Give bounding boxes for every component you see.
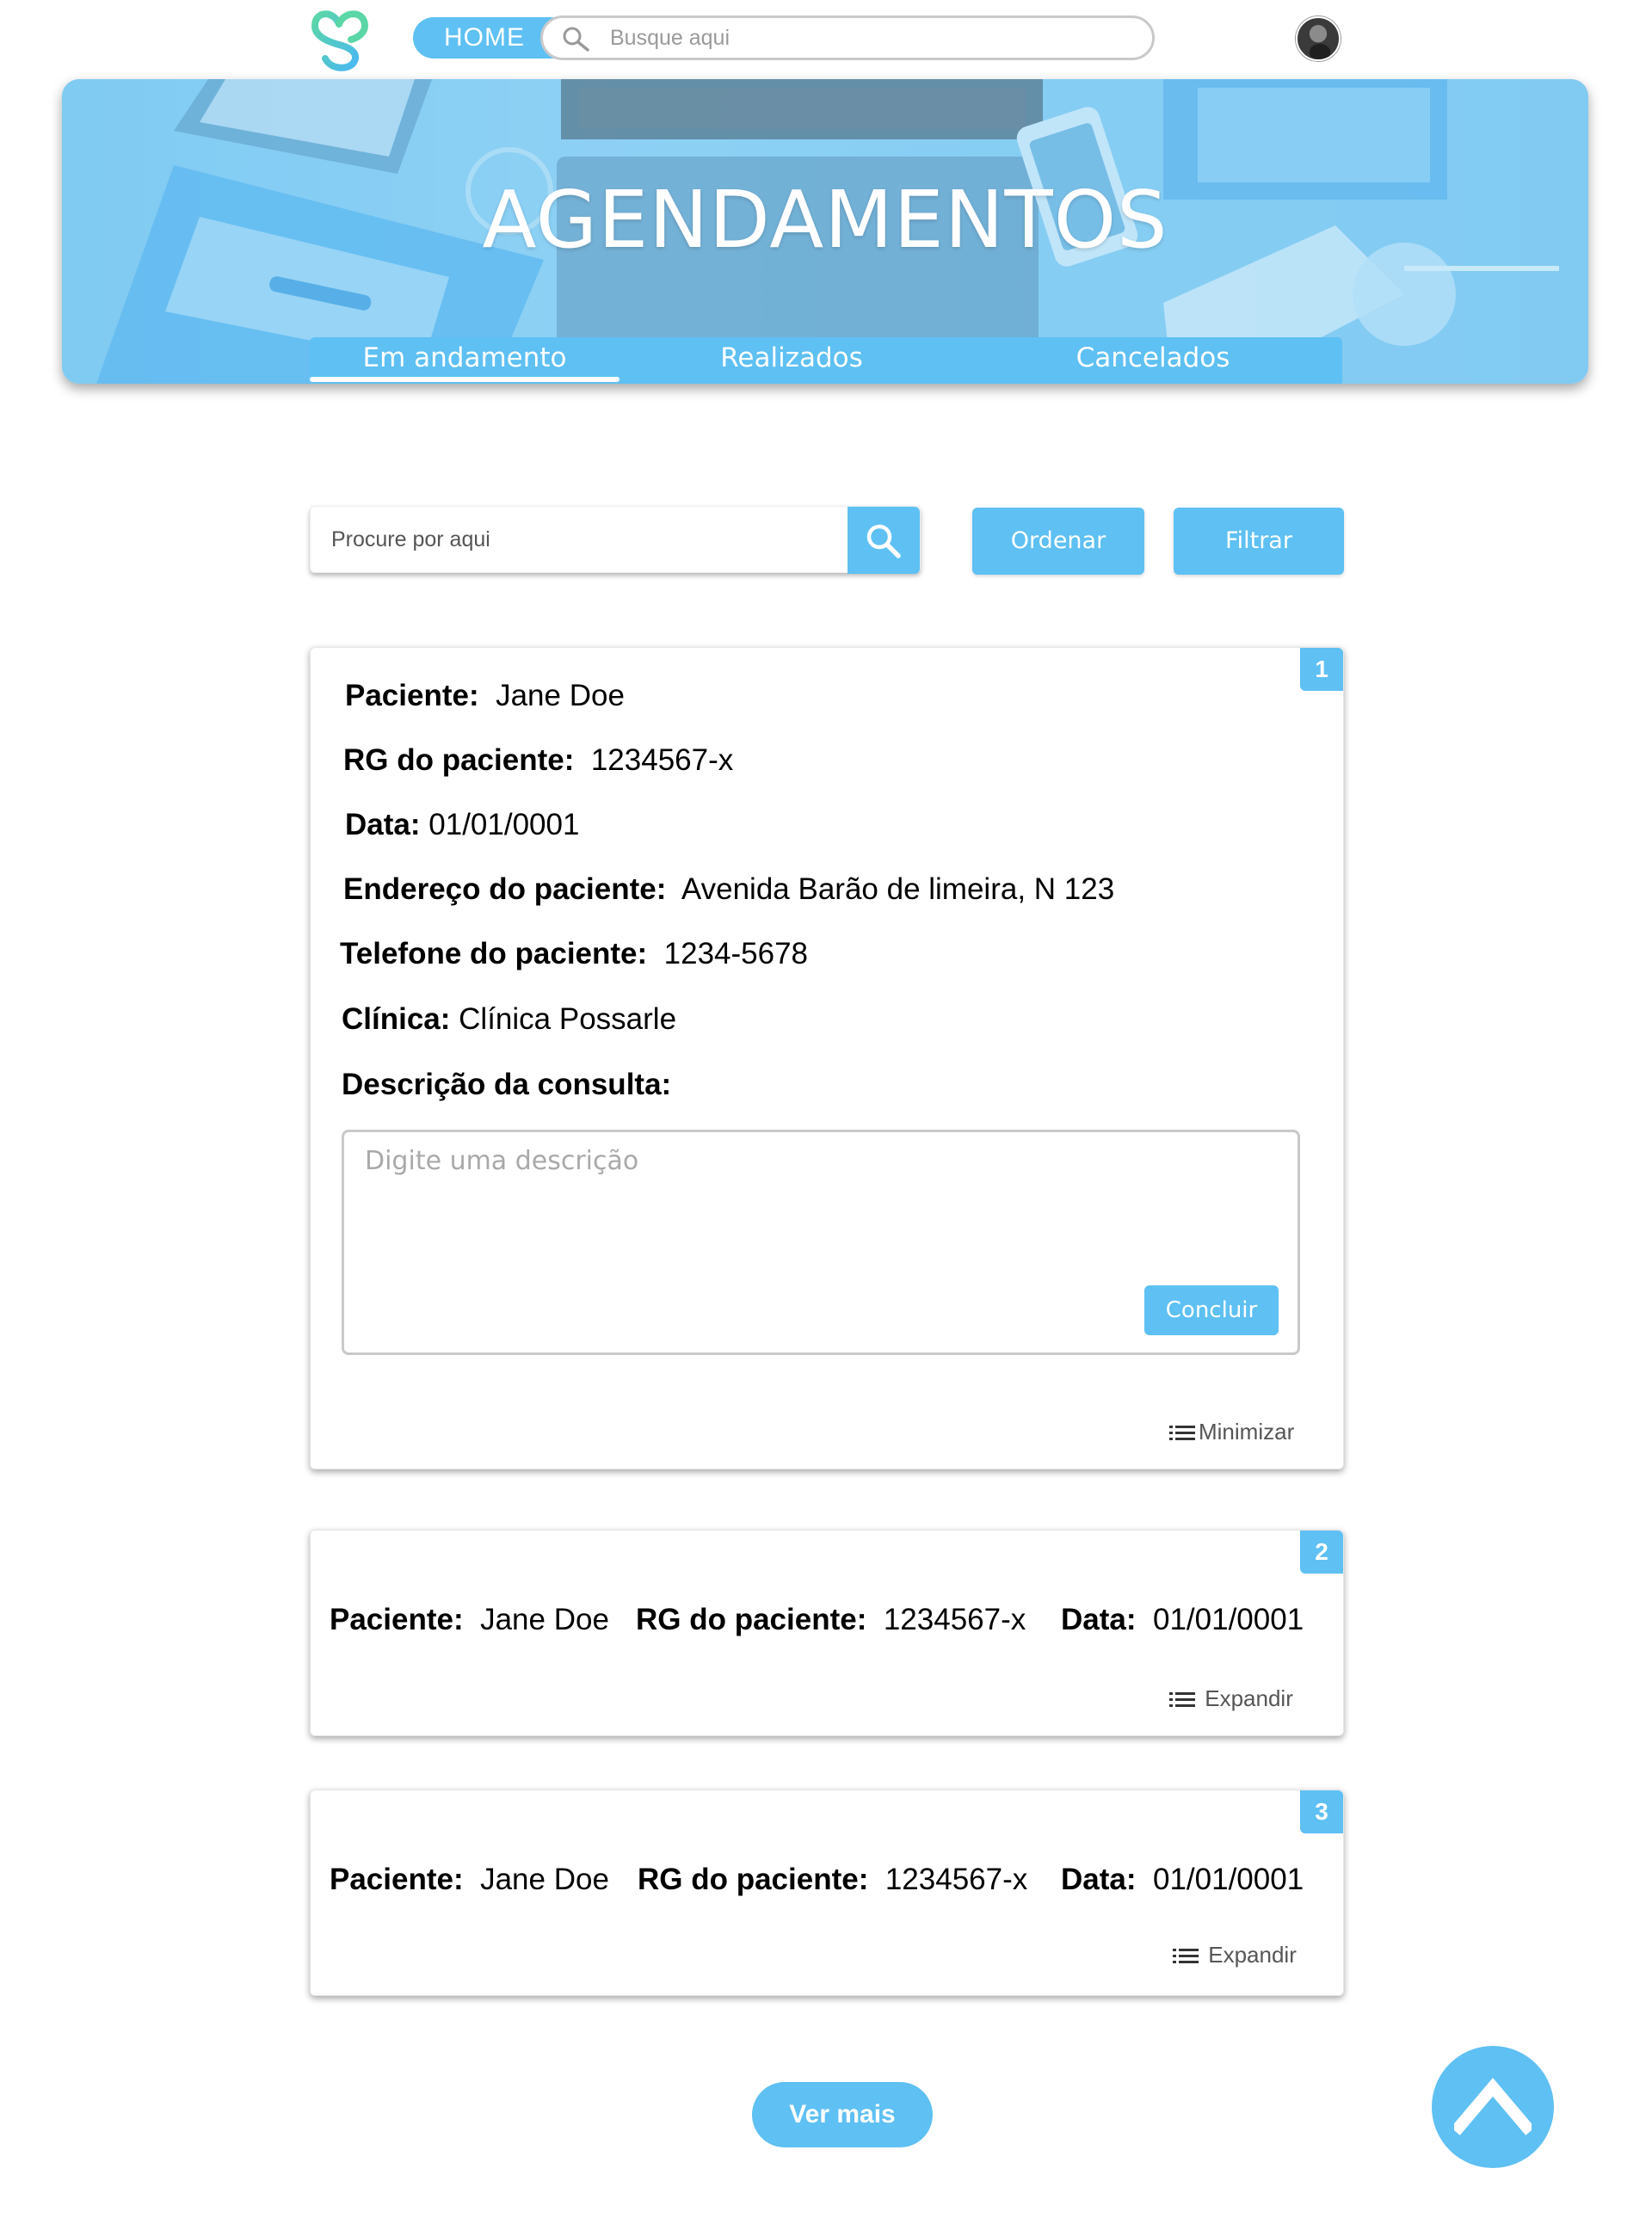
search-button[interactable] [848, 507, 920, 574]
list-icon [1169, 1692, 1195, 1708]
clinic-value: Clínica Possarle [459, 1002, 677, 1036]
filter-button[interactable]: Filtrar [1174, 508, 1344, 575]
phone-value: 1234-5678 [663, 937, 809, 970]
minimize-label: Minimizar [1199, 1419, 1295, 1445]
phone-label: Telefone do paciente: [340, 937, 648, 970]
app-logo-icon[interactable] [308, 5, 372, 72]
date-row: Data: 01/01/0001 [1061, 1603, 1304, 1637]
expand-label: Expandir [1208, 1942, 1297, 1968]
hero-banner: AGENDAMENTOS Em andamento Realizados Can… [62, 79, 1588, 384]
rg-row: RG do paciente: 1234567-x [638, 1863, 1027, 1897]
date-value: 01/01/0001 [1152, 1603, 1304, 1636]
patient-row: Paciente: Jane Doe [345, 679, 625, 713]
user-avatar[interactable] [1296, 16, 1341, 61]
description-row: Descrição da consulta: [342, 1068, 671, 1102]
rg-value: 1234567-x [885, 1863, 1028, 1896]
load-more-button[interactable]: Ver mais [752, 2082, 933, 2147]
expand-toggle[interactable]: Expandir [1169, 1685, 1293, 1712]
rg-label: RG do paciente: [636, 1603, 867, 1636]
date-row: Data: 01/01/0001 [1061, 1863, 1304, 1897]
patient-value: Jane Doe [496, 679, 625, 712]
card-number-badge: 1 [1300, 648, 1343, 691]
list-icon [1173, 1949, 1199, 1964]
appointment-card: 2 Paciente: Jane Doe RG do paciente: 123… [310, 1530, 1344, 1736]
patient-row: Paciente: Jane Doe [330, 1863, 609, 1897]
tab-cancelados[interactable]: Cancelados [964, 337, 1342, 384]
active-tab-indicator [310, 377, 620, 382]
conclude-button[interactable]: Concluir [1144, 1285, 1279, 1335]
address-label: Endereço do paciente: [343, 872, 667, 906]
clinic-label: Clínica: [342, 1002, 451, 1036]
description-placeholder: Digite uma descrição [365, 1146, 639, 1176]
card-number-badge: 3 [1300, 1790, 1343, 1833]
appointments-search-input[interactable]: Procure por aqui [310, 506, 921, 574]
date-label: Data: [345, 808, 421, 841]
minimize-toggle[interactable]: Minimizar [1169, 1419, 1294, 1445]
date-label: Data: [1061, 1603, 1137, 1636]
rg-value: 1234567-x [883, 1603, 1026, 1636]
home-button[interactable]: HOME [413, 17, 559, 59]
address-value: Avenida Barão de limeira, N 123 [681, 872, 1115, 906]
date-label: Data: [1061, 1863, 1137, 1896]
appointment-card: 3 Paciente: Jane Doe RG do paciente: 123… [310, 1790, 1344, 1996]
appointment-card: 1 Paciente: Jane Doe RG do paciente: 123… [310, 647, 1344, 1469]
expand-label: Expandir [1205, 1685, 1293, 1711]
expand-toggle[interactable]: Expandir [1173, 1942, 1297, 1968]
date-value: 01/01/0001 [1152, 1863, 1304, 1896]
tab-realizados[interactable]: Realizados [620, 337, 964, 384]
date-value: 01/01/0001 [428, 808, 580, 841]
date-row: Data: 01/01/0001 [345, 808, 579, 842]
card-number-badge: 2 [1300, 1531, 1343, 1574]
address-row: Endereço do paciente: Avenida Barão de l… [343, 872, 1114, 907]
clinic-row: Clínica: Clínica Possarle [342, 1002, 676, 1037]
description-label: Descrição da consulta: [342, 1068, 672, 1101]
rg-label: RG do paciente: [343, 743, 575, 777]
rg-row: RG do paciente: 1234567-x [636, 1603, 1026, 1637]
patient-label: Paciente: [330, 1863, 464, 1896]
patient-label: Paciente: [330, 1603, 464, 1636]
patient-value: Jane Doe [480, 1863, 609, 1896]
page-title: AGENDAMENTOS [482, 174, 1168, 266]
list-icon [1169, 1426, 1195, 1441]
chevron-up-icon [1454, 2078, 1532, 2135]
rg-label: RG do paciente: [638, 1863, 869, 1896]
description-textarea[interactable]: Digite uma descrição Concluir [342, 1130, 1300, 1355]
global-search-placeholder: Busque aqui [610, 26, 730, 50]
search-icon [562, 26, 591, 52]
status-tabs: Em andamento Realizados Cancelados [310, 337, 1342, 384]
patient-row: Paciente: Jane Doe [330, 1603, 609, 1637]
patient-value: Jane Doe [480, 1603, 609, 1636]
search-icon [866, 524, 901, 558]
patient-label: Paciente: [345, 679, 479, 712]
scroll-to-top-button[interactable] [1432, 2046, 1554, 2168]
order-button[interactable]: Ordenar [972, 508, 1144, 575]
global-search-input[interactable]: Busque aqui [540, 15, 1155, 60]
phone-row: Telefone do paciente: 1234-5678 [340, 937, 808, 971]
rg-value: 1234567-x [590, 743, 734, 777]
rg-row: RG do paciente: 1234567-x [343, 743, 733, 778]
appointments-search-placeholder: Procure por aqui [331, 527, 490, 551]
